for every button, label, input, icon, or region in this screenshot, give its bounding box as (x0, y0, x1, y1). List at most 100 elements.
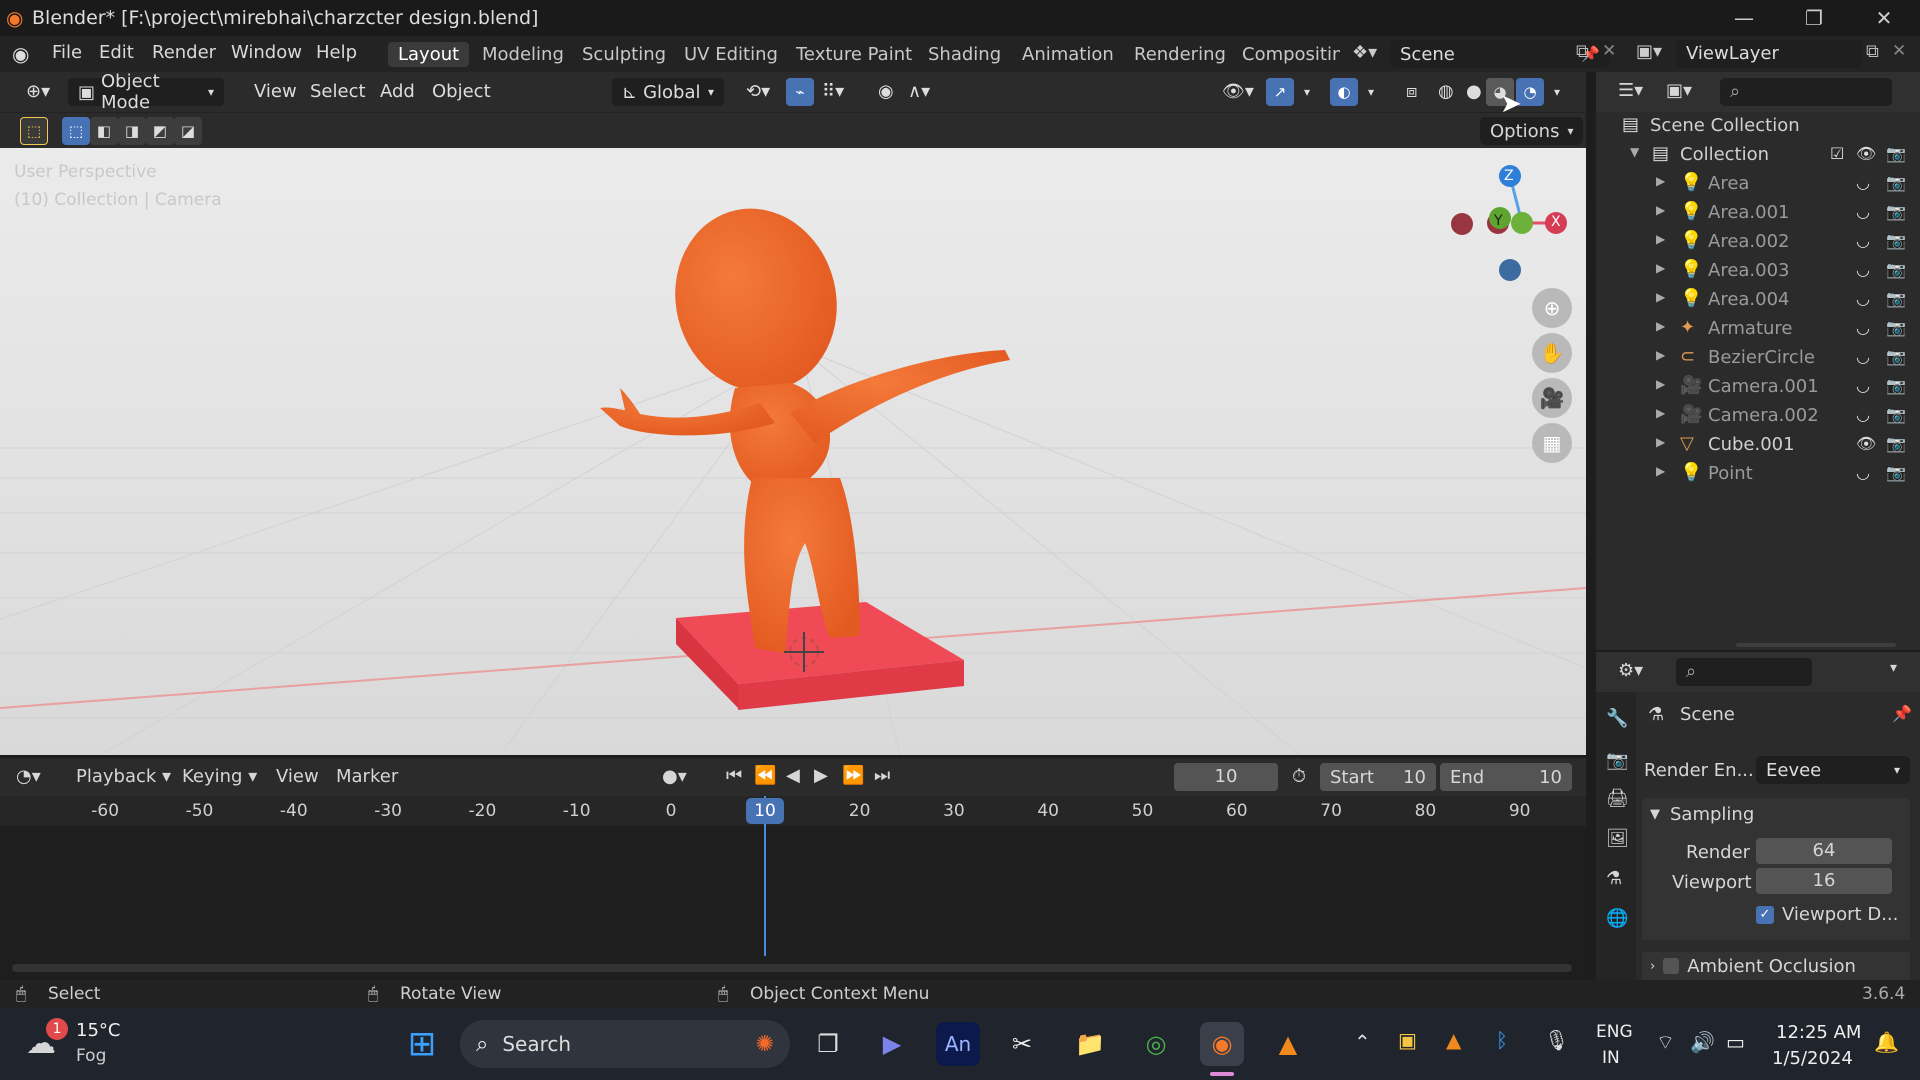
vlc-icon[interactable]: ▲ (1266, 1022, 1310, 1066)
eye-closed-icon[interactable]: ◡ (1856, 463, 1870, 482)
3d-viewport[interactable]: User Perspective (10) Collection | Camer… (0, 148, 1586, 755)
expand-arrow-icon[interactable]: ▶ (1656, 174, 1665, 188)
expand-arrow-icon[interactable]: ▶ (1656, 261, 1665, 275)
outliner-item[interactable]: ▶ 💡 Area.004 ◡ 📷 (1596, 286, 1920, 315)
outliner-item[interactable]: ▶ 💡 Area.003 ◡ 📷 (1596, 257, 1920, 286)
properties-editor-icon[interactable]: ⚙▾ (1618, 660, 1643, 681)
viewport-samples-field[interactable]: 16 (1756, 868, 1892, 894)
tab-animation[interactable]: Animation (1012, 42, 1124, 67)
tray-app-icon[interactable]: ▣ (1398, 1028, 1417, 1052)
selection-new-icon[interactable]: ⬚ (62, 117, 90, 145)
menu-file[interactable]: File (52, 42, 82, 63)
ortho-toggle-icon[interactable]: ▦ (1532, 423, 1572, 463)
overlays-toggle-icon[interactable]: ◐ (1330, 78, 1358, 106)
bluetooth-icon[interactable]: ᛒ (1496, 1028, 1508, 1052)
eye-icon[interactable]: 👁 (1856, 144, 1876, 163)
snap-toggle-icon[interactable]: ⌁ (786, 78, 814, 106)
weather-temp[interactable]: 15°C (76, 1020, 120, 1041)
world-tab-icon[interactable]: 🌐 (1606, 908, 1628, 929)
menu-render[interactable]: Render (152, 42, 216, 63)
remove-scene-icon[interactable]: ✕ (1602, 41, 1616, 61)
menu-window[interactable]: Window (231, 42, 302, 63)
render-camera-icon[interactable]: 📷 (1886, 202, 1906, 221)
selection-extend-icon[interactable]: ◧ (90, 117, 118, 145)
teams-meet-icon[interactable]: ▶ (870, 1022, 914, 1066)
zoom-icon[interactable]: ⊕ (1532, 288, 1572, 328)
outliner-item[interactable]: ▶ ✦ Armature ◡ 📷 (1596, 315, 1920, 344)
expand-arrow-icon[interactable]: ▶ (1656, 348, 1665, 362)
menu-select[interactable]: Select (300, 78, 376, 106)
expand-arrow-icon[interactable]: ▶ (1656, 290, 1665, 304)
xray-toggle-icon[interactable]: ⧈ (1396, 78, 1427, 106)
sampling-panel-header[interactable]: ▼ Sampling (1642, 798, 1910, 830)
end-frame-field[interactable]: End 10 (1440, 763, 1572, 791)
viewport-denoise-checkbox[interactable]: ✓ (1756, 906, 1774, 924)
visibility-icon[interactable]: 👁▾ (1212, 78, 1264, 106)
ambient-occlusion-panel-header[interactable]: › Ambient Occlusion (1642, 952, 1910, 980)
render-tab-icon[interactable]: 📷 (1606, 750, 1628, 771)
render-camera-icon[interactable]: 📷 (1886, 463, 1906, 482)
render-camera-icon[interactable]: 📷 (1886, 173, 1906, 192)
snap-target-icon[interactable]: ⠿▾ (812, 78, 854, 106)
wifi-icon[interactable]: ⌔ (1656, 1030, 1675, 1055)
view-layer-selector[interactable]: ViewLayer (1676, 40, 1862, 68)
render-camera-icon[interactable]: 📷 (1886, 289, 1906, 308)
selection-subtract-icon[interactable]: ◨ (118, 117, 146, 145)
clock-time[interactable]: 12:25 AM (1776, 1022, 1861, 1043)
selection-intersect-icon[interactable]: ◪ (174, 117, 202, 145)
tab-compositing[interactable]: Compositin (1232, 42, 1340, 67)
checkbox-icon[interactable]: ☑ (1830, 144, 1844, 163)
render-camera-icon[interactable]: 📷 (1886, 318, 1906, 337)
menu-keying[interactable]: Keying ▾ (182, 766, 257, 787)
notification-icon[interactable]: 🔔 (1874, 1030, 1899, 1054)
windows-start-icon[interactable]: ⊞ (400, 1022, 444, 1066)
tray-overflow-icon[interactable]: ⌃ (1354, 1030, 1371, 1054)
object-mode-dropdown[interactable]: ▣ Object Mode ▾ (68, 71, 224, 113)
menu-add[interactable]: Add (370, 78, 425, 106)
prev-keyframe-icon[interactable]: ⏪ (754, 765, 776, 786)
tool-tab-icon[interactable]: 🔧 (1606, 708, 1628, 729)
outliner-item[interactable]: ▶ ⊂ BezierCircle ◡ 📷 (1596, 344, 1920, 373)
outliner-collection[interactable]: ▼ ▤ Collection ☑ 👁 📷 (1596, 141, 1920, 170)
tab-modeling[interactable]: Modeling (472, 42, 574, 67)
menu-edit[interactable]: Edit (99, 42, 134, 63)
volume-icon[interactable]: 🔊 (1690, 1030, 1715, 1054)
editor-type-icon[interactable]: ⊕▾ (16, 78, 60, 106)
clock-date[interactable]: 1/5/2024 (1772, 1048, 1853, 1069)
timeline-editor-icon[interactable]: ◔▾ (16, 766, 41, 787)
outliner-item[interactable]: ▶ 🎥 Camera.002 ◡ 📷 (1596, 402, 1920, 431)
render-engine-dropdown[interactable]: Eevee ▾ (1756, 756, 1910, 784)
eye-closed-icon[interactable]: ◡ (1856, 347, 1870, 366)
outliner-editor-icon[interactable]: ☰▾ (1618, 80, 1643, 101)
pin-icon[interactable]: 📌 (1892, 704, 1912, 723)
display-mode-icon[interactable]: ▣▾ (1666, 80, 1692, 101)
outliner-scrollbar[interactable] (1736, 643, 1896, 647)
falloff-icon[interactable]: ∧▾ (898, 78, 940, 106)
expand-arrow-icon[interactable]: ▶ (1656, 232, 1665, 246)
transform-orientation-dropdown[interactable]: ⊾ Global ▾ (612, 78, 724, 106)
eye-closed-icon[interactable]: ◡ (1856, 260, 1870, 279)
jump-end-icon[interactable]: ⏭ (874, 765, 890, 786)
next-keyframe-icon[interactable]: ⏩ (842, 765, 864, 786)
pan-hand-icon[interactable]: ✋ (1532, 333, 1572, 373)
eye-closed-icon[interactable]: ◡ (1856, 289, 1870, 308)
scene-tab-icon[interactable]: ⚗ (1606, 868, 1622, 889)
outliner-item[interactable]: ▶ 🎥 Camera.001 ◡ 📷 (1596, 373, 1920, 402)
eye-closed-icon[interactable]: ◡ (1856, 231, 1870, 250)
outliner-item[interactable]: ▶ 💡 Area ◡ 📷 (1596, 170, 1920, 199)
menu-object[interactable]: Object (422, 78, 501, 106)
expand-arrow-icon[interactable]: ▶ (1656, 464, 1665, 478)
render-samples-field[interactable]: 64 (1756, 838, 1892, 864)
view-layer-tab-icon[interactable]: 🖼 (1606, 828, 1629, 849)
menu-playback[interactable]: Playback ▾ (76, 766, 171, 787)
expand-arrow-icon[interactable]: ▶ (1656, 203, 1665, 217)
taskbar-search-box[interactable]: ⌕ Search ✺ (460, 1020, 790, 1068)
remove-view-layer-icon[interactable]: ✕ (1892, 41, 1906, 61)
blender-menu-icon[interactable]: ◉ (12, 42, 29, 66)
record-keyframe-icon[interactable]: ●▾ (662, 766, 687, 787)
gizmo-dropdown-icon[interactable]: ▾ (1294, 82, 1320, 110)
render-camera-icon[interactable]: 📷 (1886, 434, 1906, 453)
render-camera-icon[interactable]: 📷 (1886, 405, 1906, 424)
task-view-icon[interactable]: ❐ (806, 1022, 850, 1066)
view-layer-icon[interactable]: ▣▾ (1636, 41, 1662, 62)
